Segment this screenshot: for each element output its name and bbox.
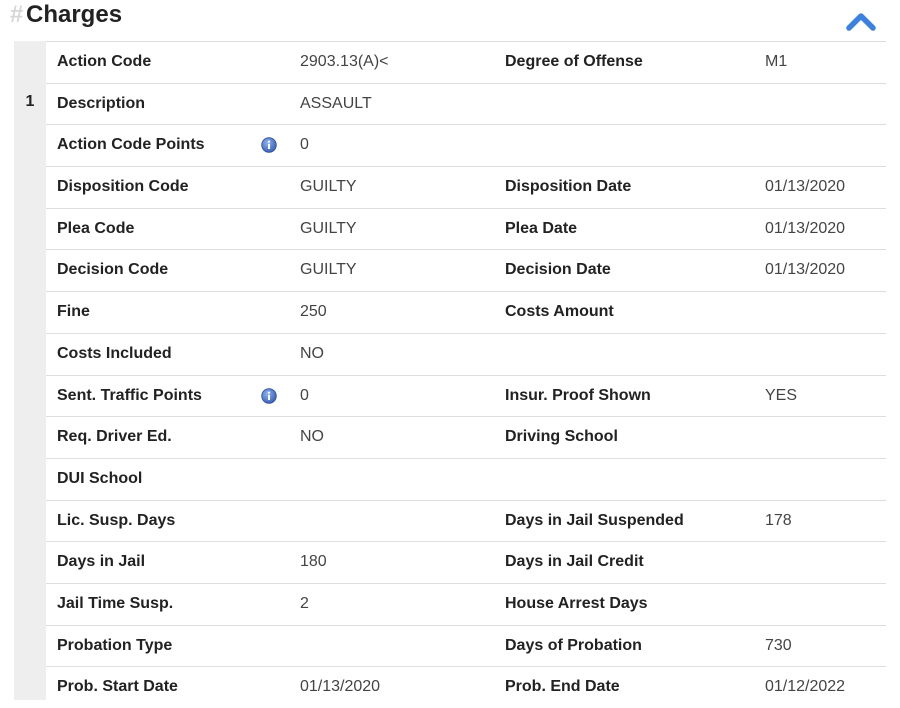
decision-date-value: 01/13/2020 xyxy=(765,261,846,279)
req-driver-ed-value: NO xyxy=(300,428,324,446)
degree-of-offense-label: Degree of Offense xyxy=(505,53,643,70)
table-row: Plea Code GUILTY Plea Date 01/13/2020 xyxy=(46,207,886,250)
insur-proof-shown-label: Insur. Proof Shown xyxy=(505,386,651,404)
table-row: Decision Code GUILTY Decision Date 01/13/20… xyxy=(46,249,886,291)
days-of-probation-label: Days of Probation xyxy=(505,636,642,654)
driving-school-label: Driving School xyxy=(505,428,618,446)
table-row: Jail Time Susp. 2 House Arrest Days xyxy=(46,582,886,625)
decision-code-label: Decision Code xyxy=(57,261,169,279)
prob-end-date-label: Prob. End Date xyxy=(505,678,620,696)
days-in-jail-credit-label: Days in Jail Credit xyxy=(505,553,644,571)
description-label: Description xyxy=(57,94,146,112)
jail-time-susp-label: Jail Time Susp. xyxy=(57,594,174,612)
dui-school-label: DUI School xyxy=(57,469,143,487)
table-row: Action Code 2903.13(A)< Degree of Offense M… xyxy=(46,41,886,83)
disposition-date-label: Disposition Date xyxy=(505,178,632,196)
plea-code-label: Plea Code xyxy=(57,219,135,237)
costs-amount-label: Costs Amount xyxy=(505,303,614,321)
table-row: Disposition Code GUILTY Disposition Date 01… xyxy=(46,166,886,208)
costs-included-label: Costs Included xyxy=(57,344,172,362)
action-code-label: Action Code xyxy=(57,53,152,70)
info-icon[interactable] xyxy=(261,387,277,404)
charge-details-table: Action Code 2903.13(A)< Degree of Offense M… xyxy=(46,41,886,708)
req-driver-ed-label: Req. Driver Ed. xyxy=(57,428,172,446)
prob-start-date-value: 01/13/2020 xyxy=(300,678,381,696)
charge-number: 1 xyxy=(25,93,35,110)
sent-traffic-points-label: Sent. Traffic Points xyxy=(57,386,202,404)
table-row: Costs Included NO xyxy=(46,332,886,375)
collapse-button[interactable] xyxy=(844,7,878,35)
table-row: Days in Jail 180 Days in Jail Credit xyxy=(46,541,886,583)
table-row: Fine 250 Costs Amount xyxy=(46,291,886,333)
disposition-date-value: 01/13/2020 xyxy=(765,178,846,196)
anchor-hash[interactable]: # xyxy=(10,1,23,29)
disposition-code-value: GUILTY xyxy=(300,178,357,196)
table-row: Probation Type Days of Probation 730 xyxy=(46,624,886,667)
table-row: Lic. Susp. Days Days in Jail Suspended 178 xyxy=(46,499,886,542)
fine-label: Fine xyxy=(57,303,90,321)
days-in-jail-value: 180 xyxy=(300,553,327,571)
disposition-code-label: Disposition Code xyxy=(57,178,189,196)
description-value: ASSAULT xyxy=(300,94,372,112)
plea-date-value: 01/13/2020 xyxy=(765,219,846,237)
degree-of-offense-value: M1 xyxy=(765,53,788,70)
sent-traffic-points-value: 0 xyxy=(300,386,309,404)
section-header: # Charges xyxy=(0,0,900,40)
days-in-jail-suspended-label: Days in Jail Suspended xyxy=(505,511,684,529)
charge-index-column: 1 xyxy=(14,41,46,700)
jail-time-susp-value: 2 xyxy=(300,594,309,612)
house-arrest-days-label: House Arrest Days xyxy=(505,594,648,612)
plea-code-value: GUILTY xyxy=(300,219,357,237)
table-row: Action Code Points 0 xyxy=(46,124,886,166)
days-in-jail-label: Days in Jail xyxy=(57,553,146,571)
chevron-up-icon xyxy=(846,13,876,31)
info-icon[interactable] xyxy=(261,137,277,154)
days-in-jail-suspended-value: 178 xyxy=(765,511,792,529)
table-row: Description ASSAULT xyxy=(46,82,886,125)
prob-start-date-label: Prob. Start Date xyxy=(57,678,178,696)
lic-susp-days-label: Lic. Susp. Days xyxy=(57,511,176,529)
section-title: Charges xyxy=(26,1,123,28)
table-row: DUI School xyxy=(46,457,886,500)
fine-value: 250 xyxy=(300,303,327,321)
prob-end-date-value: 01/12/2022 xyxy=(765,678,846,696)
costs-included-value: NO xyxy=(300,344,324,362)
decision-date-label: Decision Date xyxy=(505,261,611,279)
action-code-points-label: Action Code Points xyxy=(57,136,205,154)
action-code-points-value: 0 xyxy=(300,136,309,154)
insur-proof-shown-value: YES xyxy=(765,386,798,404)
decision-code-value: GUILTY xyxy=(300,261,357,279)
table-row: Req. Driver Ed. NO Driving School xyxy=(46,416,886,458)
plea-date-label: Plea Date xyxy=(505,219,578,237)
table-row: Prob. Start Date 01/13/2020 Prob. End Date… xyxy=(46,666,886,708)
probation-type-label: Probation Type xyxy=(57,636,173,654)
table-row: Sent. Traffic Points 0 Insur. Proof Shown Y… xyxy=(46,374,886,417)
action-code-value: 2903.13(A)< xyxy=(300,53,389,70)
days-of-probation-value: 730 xyxy=(765,636,792,654)
